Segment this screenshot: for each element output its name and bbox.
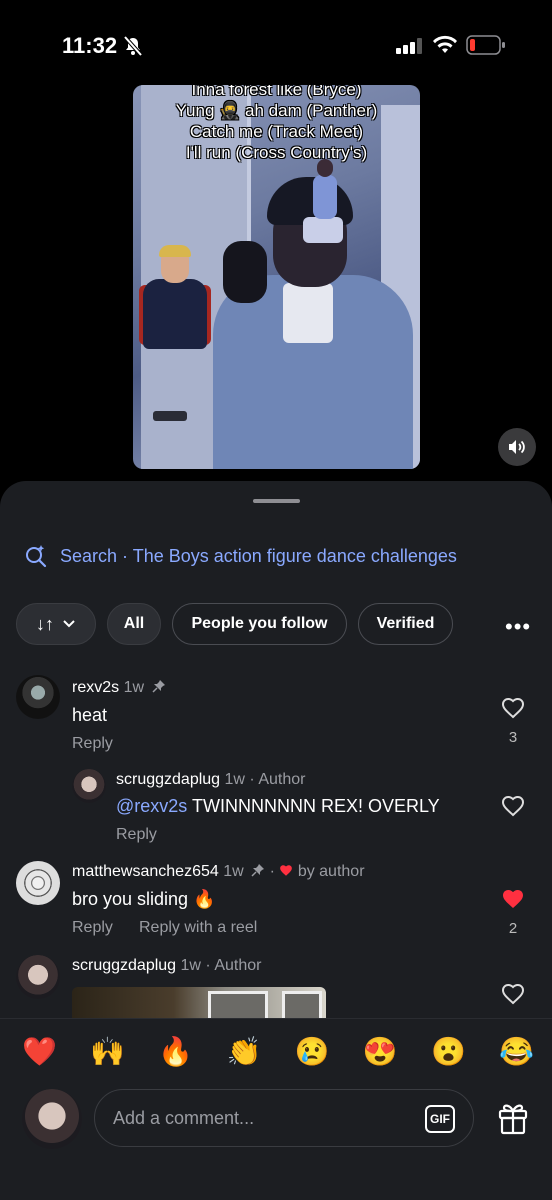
comment-time: 1w · Author	[180, 957, 262, 974]
gift-icon[interactable]	[497, 1101, 529, 1135]
comment-username[interactable]: scruggzdaplug	[72, 957, 176, 974]
status-bar: 11:32	[0, 0, 552, 80]
homelander-sticker	[135, 245, 215, 357]
comment-time: 1w	[223, 863, 244, 880]
reaction-fire[interactable]: 🔥	[158, 1035, 193, 1068]
reaction-clap[interactable]: 👏	[226, 1035, 261, 1068]
add-comment-input[interactable]	[94, 1089, 474, 1147]
lyric-line: I'll run (Cross Country's)	[185, 143, 368, 162]
sheet-grabber[interactable]	[253, 499, 300, 503]
like-heart-filled-icon[interactable]	[501, 888, 525, 910]
gif-button[interactable]: GIF	[425, 1105, 455, 1133]
avatar[interactable]	[16, 955, 60, 999]
door-handle	[153, 411, 187, 421]
filter-all[interactable]: All	[107, 603, 161, 645]
comment-username[interactable]: scruggzdaplug	[116, 771, 220, 788]
comment-header: scruggzdaplug 1w · Author	[116, 771, 305, 789]
sparkle-search-icon	[26, 545, 47, 568]
author-liked-heart-icon	[280, 865, 293, 876]
comment-header: rexv2s 1w	[72, 679, 166, 697]
comment-filters: ↓↑ All People you follow Verified	[16, 602, 464, 646]
battery-low-icon	[466, 35, 505, 55]
lyric-line: Catch me (Track Meet)	[189, 122, 364, 141]
comment-time: 1w	[123, 679, 145, 696]
sort-button[interactable]: ↓↑	[16, 603, 96, 645]
chevron-down-icon	[63, 620, 75, 628]
my-avatar	[22, 1089, 82, 1149]
like-count: 3	[508, 729, 518, 746]
more-options-icon[interactable]: •••	[505, 614, 531, 640]
reaction-heart[interactable]: ❤️	[22, 1035, 57, 1068]
comment-text: heat	[72, 705, 108, 725]
comment-time: 1w · Author	[224, 771, 306, 788]
like-heart-icon[interactable]	[501, 795, 525, 817]
like-heart-icon[interactable]	[501, 697, 525, 719]
reaction-crying[interactable]: 😢	[295, 1035, 330, 1068]
wifi-icon	[433, 35, 457, 53]
comment-username[interactable]: rexv2s	[72, 679, 119, 696]
cellular-signal-icon	[396, 38, 422, 54]
like-count: 2	[508, 920, 518, 937]
comment-header: matthewsanchez654 1w · by author	[72, 863, 365, 880]
search-label: Search · The Boys action figure dance ch…	[60, 545, 457, 566]
quick-reactions: ❤️ 🙌 🔥 👏 😢 😍 😮 😂	[22, 1035, 534, 1068]
lyric-line: Inna forest like (Bryce)	[191, 85, 362, 99]
filter-people-you-follow[interactable]: People you follow	[172, 603, 347, 645]
reply-with-reel-button[interactable]: Reply with a reel	[139, 919, 257, 937]
mention-link[interactable]: @rexv2s	[116, 796, 187, 816]
silent-bell-icon	[123, 35, 143, 57]
comment-composer: ❤️ 🙌 🔥 👏 😢 😍 😮 😂 GIF	[0, 1018, 552, 1200]
status-time: 11:32	[62, 33, 118, 58]
reply-button[interactable]: Reply	[72, 919, 113, 937]
comment-text: @rexv2s TWINNNNNNN REX! OVERLY	[116, 796, 440, 817]
reply-button[interactable]: Reply	[116, 826, 157, 844]
speaker-icon	[509, 440, 525, 454]
comment-username[interactable]: matthewsanchez654	[72, 863, 219, 880]
action-figure-sticker	[299, 157, 349, 253]
reaction-laughing[interactable]: 😂	[499, 1035, 534, 1068]
lyric-line: Yung 🥷 ah dam (Panther)	[175, 101, 378, 120]
like-heart-icon[interactable]	[501, 983, 525, 1005]
sound-toggle-button[interactable]	[498, 428, 536, 466]
comment-body: TWINNNNNNN REX! OVERLY	[187, 796, 440, 816]
avatar[interactable]	[16, 675, 60, 719]
pin-icon	[152, 680, 166, 693]
reaction-surprised[interactable]: 😮	[431, 1035, 466, 1068]
reaction-heart-eyes[interactable]: 😍	[363, 1035, 398, 1068]
liked-by-author-label: by author	[297, 863, 365, 880]
related-search-link[interactable]: Search · The Boys action figure dance ch…	[24, 544, 457, 568]
reel-video[interactable]: Inna forest like (Bryce) Yung 🥷 ah dam (…	[133, 85, 420, 469]
avatar[interactable]	[16, 861, 60, 905]
comment-text: bro you sliding 🔥	[72, 889, 216, 909]
pin-icon	[251, 864, 265, 877]
reaction-raised-hands[interactable]: 🙌	[90, 1035, 125, 1068]
sort-icon: ↓↑	[36, 613, 54, 634]
filter-verified[interactable]: Verified	[358, 603, 453, 645]
video-lyrics: Inna forest like (Bryce) Yung 🥷 ah dam (…	[133, 85, 420, 163]
comment-media-thumbnail[interactable]	[72, 987, 326, 1021]
comment-header: scruggzdaplug 1w · Author	[72, 957, 261, 975]
reply-button[interactable]: Reply	[72, 735, 113, 753]
avatar[interactable]	[72, 769, 106, 803]
